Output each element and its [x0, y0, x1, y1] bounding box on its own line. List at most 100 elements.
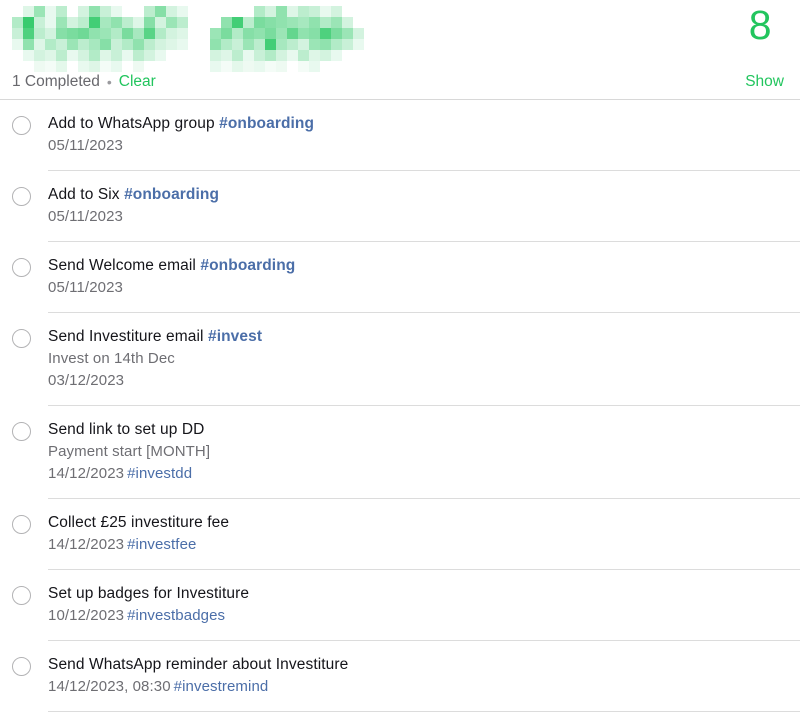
- redaction-pixel: [221, 6, 232, 17]
- todo-checkbox-circle-icon[interactable]: [12, 258, 31, 277]
- redaction-pixel: [23, 28, 34, 39]
- redaction-pixel: [276, 17, 287, 28]
- todo-date-text: 05/11/2023: [48, 208, 123, 225]
- redaction-pixel: [298, 17, 309, 28]
- redaction-pixel: [320, 39, 331, 50]
- todo-body: Send WhatsApp reminder about Investiture…: [48, 641, 784, 712]
- todo-checkbox-circle-icon[interactable]: [12, 187, 31, 206]
- redaction-pixel: [100, 28, 111, 39]
- redaction-pixel: [342, 17, 353, 28]
- todo-title: Send Welcome email #onboarding: [48, 255, 784, 277]
- redaction-pixel: [23, 50, 34, 61]
- redaction-pixel: [353, 61, 364, 72]
- redaction-pixel: [89, 17, 100, 28]
- todo-title: Add to WhatsApp group #onboarding: [48, 113, 784, 135]
- todo-date-line: 05/11/2023: [48, 206, 784, 228]
- todo-item[interactable]: Send Welcome email #onboarding 05/11/2023: [0, 242, 800, 313]
- redaction-pixel: [12, 17, 23, 28]
- redaction-pixel: [188, 61, 199, 72]
- todo-title-text: Send Investiture email: [48, 328, 204, 345]
- redaction-pixel: [78, 61, 89, 72]
- todo-checkbox-circle-icon[interactable]: [12, 422, 31, 441]
- todo-item[interactable]: Collect £25 investiture fee 14/12/2023 #in…: [0, 499, 800, 570]
- redaction-pixel: [56, 61, 67, 72]
- redaction-pixel: [45, 39, 56, 50]
- redaction-pixel: [177, 17, 188, 28]
- todo-item[interactable]: Set up badges for Investiture 10/12/2023 #…: [0, 570, 800, 641]
- redaction-pixel: [45, 6, 56, 17]
- clear-completed-button[interactable]: Clear: [119, 72, 156, 92]
- redaction-pixel: [320, 17, 331, 28]
- todo-checkbox-circle-icon[interactable]: [12, 586, 31, 605]
- todo-date-hashtag[interactable]: #investdd: [127, 465, 192, 482]
- todo-item[interactable]: Add to WhatsApp group #onboarding 05/11/2…: [0, 100, 800, 171]
- redaction-pixel: [111, 17, 122, 28]
- todo-checkbox-circle-icon[interactable]: [12, 515, 31, 534]
- redaction-pixel: [298, 6, 309, 17]
- redaction-pixel: [232, 6, 243, 17]
- todo-date-text: 05/11/2023: [48, 137, 123, 154]
- todo-list: Add to WhatsApp group #onboarding 05/11/2…: [0, 100, 800, 712]
- todo-title-hashtag[interactable]: #onboarding: [200, 257, 295, 274]
- redaction-pixel: [210, 39, 221, 50]
- redaction-pixel: [133, 28, 144, 39]
- todo-item[interactable]: Send link to set up DD Payment start [MON…: [0, 406, 800, 499]
- redaction-pixel: [133, 6, 144, 17]
- redaction-pixel: [155, 6, 166, 17]
- todo-title-hashtag[interactable]: #onboarding: [219, 115, 314, 132]
- todo-note: Payment start [MONTH]: [48, 443, 211, 460]
- todo-item[interactable]: Send WhatsApp reminder about Investiture…: [0, 641, 800, 712]
- redaction-pixel: [34, 6, 45, 17]
- redaction-pixel: [232, 17, 243, 28]
- redaction-pixel: [254, 28, 265, 39]
- todo-body: Send Welcome email #onboarding 05/11/2023: [48, 242, 784, 313]
- redaction-pixel: [100, 39, 111, 50]
- todo-date-line: 05/11/2023: [48, 277, 784, 299]
- redaction-pixel: [144, 39, 155, 50]
- redaction-pixel: [122, 39, 133, 50]
- todo-date-hashtag[interactable]: #investfee: [127, 536, 196, 553]
- todo-item[interactable]: Send Investiture email #invest Invest on …: [0, 313, 800, 406]
- redaction-pixel: [221, 17, 232, 28]
- todo-title-hashtag[interactable]: #invest: [208, 328, 262, 345]
- todo-date-line: 14/12/2023 #investfee: [48, 534, 784, 556]
- redaction-pixel: [287, 61, 298, 72]
- redaction-pixel: [23, 39, 34, 50]
- todo-body: Set up badges for Investiture 10/12/2023 #…: [48, 570, 784, 641]
- redaction-pixel: [67, 28, 78, 39]
- redaction-pixel: [298, 61, 309, 72]
- redaction-pixel: [342, 50, 353, 61]
- completed-summary: 1 Completed • Clear: [12, 72, 156, 92]
- redaction-pixel: [188, 6, 199, 17]
- redaction-pixel: [12, 6, 23, 17]
- todo-checkbox-circle-icon[interactable]: [12, 329, 31, 348]
- redaction-pixel: [34, 28, 45, 39]
- redaction-pixel: [34, 61, 45, 72]
- redaction-pixel: [177, 50, 188, 61]
- redaction-pixel: [155, 28, 166, 39]
- todo-title-hashtag[interactable]: #onboarding: [124, 186, 219, 203]
- redaction-pixel: [188, 28, 199, 39]
- redaction-pixel: [155, 17, 166, 28]
- redaction-pixel: [67, 6, 78, 17]
- redaction-pixel: [265, 39, 276, 50]
- redaction-pixel: [111, 61, 122, 72]
- redaction-pixel: [243, 28, 254, 39]
- redaction-pixel: [232, 28, 243, 39]
- todo-body: Add to Six #onboarding 05/11/2023: [48, 171, 784, 242]
- todo-title: Send WhatsApp reminder about Investiture: [48, 654, 784, 676]
- redaction-pixel: [199, 61, 210, 72]
- todo-checkbox-circle-icon[interactable]: [12, 657, 31, 676]
- redaction-pixel: [67, 17, 78, 28]
- todo-date-hashtag[interactable]: #investremind: [174, 678, 269, 695]
- redaction-pixel: [254, 61, 265, 72]
- redaction-pixel: [243, 61, 254, 72]
- todo-checkbox-circle-icon[interactable]: [12, 116, 31, 135]
- redaction-pixel: [331, 61, 342, 72]
- show-completed-button[interactable]: Show: [745, 72, 784, 92]
- redaction-pixel: [331, 50, 342, 61]
- redaction-pixel: [276, 39, 287, 50]
- redaction-pixel: [133, 50, 144, 61]
- todo-date-hashtag[interactable]: #investbadges: [127, 607, 225, 624]
- todo-item[interactable]: Add to Six #onboarding 05/11/2023: [0, 171, 800, 242]
